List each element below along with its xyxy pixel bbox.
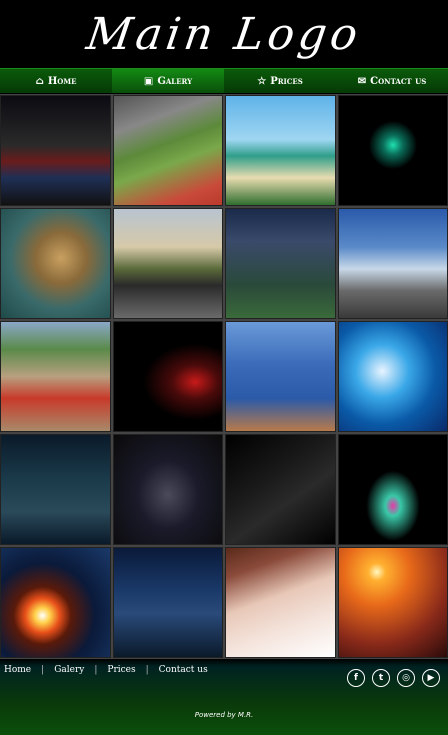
- youtube-icon[interactable]: ▶: [422, 669, 440, 687]
- formula-one-photo[interactable]: [113, 434, 224, 545]
- social-links: f t ◎ ▶: [347, 669, 440, 687]
- site-footer: Home | Galery | Prices | Contact us f t …: [0, 659, 448, 735]
- nav-item-label: Prices: [270, 76, 303, 87]
- nav-item-label: Contact us: [370, 76, 426, 87]
- footer-link-galery[interactable]: Galery: [54, 665, 84, 675]
- green-butterfly-photo[interactable]: [338, 95, 448, 206]
- rally-car-photo[interactable]: [0, 321, 111, 432]
- divider: |: [94, 665, 97, 675]
- nav-item-home[interactable]: ⌂ Home: [0, 69, 112, 93]
- space-black-hole-photo[interactable]: [0, 547, 111, 658]
- playing-cards-photo[interactable]: [225, 434, 336, 545]
- surfer-wave-photo[interactable]: [338, 321, 448, 432]
- site-header: Main Logo: [0, 0, 448, 68]
- motorcycle-lake-photo[interactable]: [0, 434, 111, 545]
- dark-knight-photo[interactable]: [113, 547, 224, 658]
- nav-item-label: Galery: [157, 76, 192, 87]
- footer-links: Home | Galery | Prices | Contact us: [4, 665, 208, 675]
- muscle-car-photo[interactable]: [113, 208, 224, 319]
- main-nav: ⌂ Home ▣ Galery ☆ Prices ✉ Contact us: [0, 68, 448, 94]
- motocross-photo[interactable]: [338, 208, 448, 319]
- image-icon: ▣: [144, 76, 153, 87]
- instagram-icon[interactable]: ◎: [397, 669, 415, 687]
- envelope-icon: ✉: [358, 76, 366, 87]
- footer-link-home[interactable]: Home: [4, 665, 31, 675]
- star-icon: ☆: [257, 76, 266, 87]
- powered-by: Powered by M.R.: [0, 711, 448, 719]
- divider: |: [146, 665, 149, 675]
- colorful-splash-photo[interactable]: [338, 434, 448, 545]
- tennis-ball-photo[interactable]: [113, 95, 224, 206]
- skydiver-canyon-photo[interactable]: [225, 321, 336, 432]
- soccer-stadium-photo[interactable]: [225, 208, 336, 319]
- main-logo[interactable]: Main Logo: [83, 9, 364, 60]
- woman-portrait-photo[interactable]: [225, 547, 336, 658]
- football-team-photo[interactable]: [0, 95, 111, 206]
- airplane-sunset-photo[interactable]: [338, 547, 448, 658]
- boxer-photo[interactable]: [113, 321, 224, 432]
- leopard-photo[interactable]: [0, 208, 111, 319]
- footer-link-contact[interactable]: Contact us: [159, 665, 208, 675]
- nav-item-galery[interactable]: ▣ Galery: [112, 69, 224, 93]
- twitter-icon[interactable]: t: [372, 669, 390, 687]
- facebook-icon[interactable]: f: [347, 669, 365, 687]
- photo-gallery: [0, 94, 448, 659]
- tropical-beach-photo[interactable]: [225, 95, 336, 206]
- nav-item-contact[interactable]: ✉ Contact us: [336, 69, 448, 93]
- home-icon: ⌂: [36, 76, 44, 87]
- divider: |: [41, 665, 44, 675]
- footer-link-prices[interactable]: Prices: [107, 665, 135, 675]
- nav-item-label: Home: [48, 76, 77, 87]
- nav-item-prices[interactable]: ☆ Prices: [224, 69, 336, 93]
